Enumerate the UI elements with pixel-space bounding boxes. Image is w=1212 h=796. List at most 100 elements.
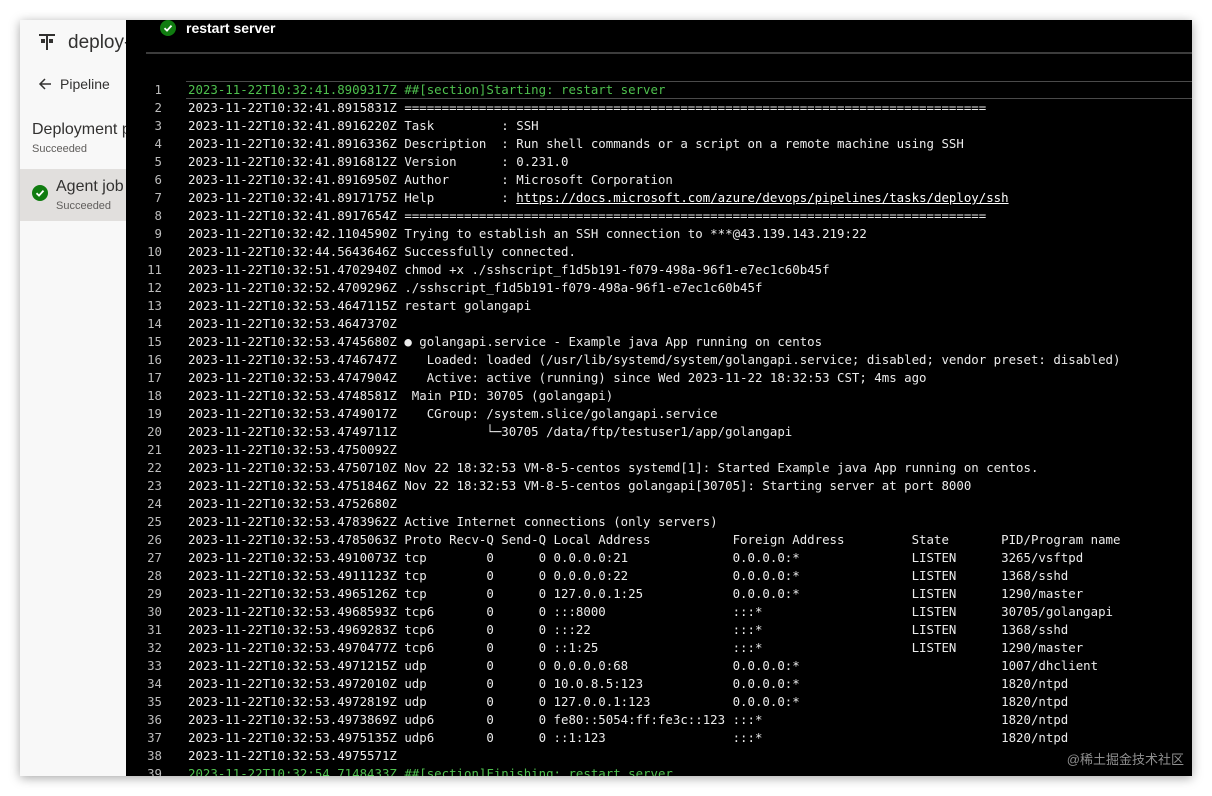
log-text: 2023-11-22T10:32:53.4975135Z udp6 0 0 ::… (188, 730, 1069, 745)
line-number: 9 (154, 226, 162, 241)
log-text: 2023-11-22T10:32:53.4969283Z tcp6 0 0 ::… (188, 622, 1069, 637)
app-window: deploy- Pipeline Deployment p Succeeded … (20, 20, 1192, 776)
job-title: Agent job (56, 178, 124, 195)
job-status: Succeeded (56, 200, 112, 212)
line-number: 28 (147, 568, 162, 583)
log-text: 2023-11-22T10:32:53.4745680Z ● golangapi… (188, 334, 823, 349)
log-text: 2023-11-22T10:32:52.4709296Z ./sshscript… (188, 280, 763, 295)
line-number: 22 (147, 460, 162, 475)
pipeline-title: deploy- (68, 32, 131, 53)
log-line: 17 2023-11-22T10:32:53.4747904Z Active: a… (126, 369, 1120, 387)
log-line: 29 2023-11-22T10:32:53.4965126Z tcp 0 0 1… (126, 585, 1120, 603)
log-line: 16 2023-11-22T10:32:53.4746747Z Loaded: l… (126, 351, 1120, 369)
log-text: 2023-11-22T10:32:53.4785063Z Proto Recv-… (188, 532, 1121, 547)
log-text: 2023-11-22T10:32:41.8917175Z Help : http… (188, 190, 1009, 205)
log-line: 18 2023-11-22T10:32:53.4748581Z Main PID:… (126, 387, 1120, 405)
log-text: 2023-11-22T10:32:53.4750092Z (188, 442, 397, 457)
log-line: 37 2023-11-22T10:32:53.4975135Z udp6 0 0 … (126, 729, 1120, 747)
job-item-agent-job[interactable]: Agent job Succeeded (20, 169, 130, 221)
line-number: 34 (147, 676, 162, 691)
stage-title[interactable]: Deployment p (32, 121, 131, 139)
log-text: 2023-11-22T10:32:53.4968593Z tcp6 0 0 ::… (188, 604, 1114, 619)
arrow-left-icon (38, 78, 51, 90)
line-number: 13 (147, 298, 162, 313)
line-number: 18 (147, 388, 162, 403)
log-line: 15 2023-11-22T10:32:53.4745680Z ● golanga… (126, 333, 1120, 351)
log-line: 9 2023-11-22T10:32:42.1104590Z Trying to … (126, 225, 1120, 243)
log-text: 2023-11-22T10:32:41.8915831Z ===========… (188, 100, 987, 115)
line-number: 15 (147, 334, 162, 349)
log-line: 38 2023-11-22T10:32:53.4975571Z (126, 747, 1120, 765)
log-line: 7 2023-11-22T10:32:41.8917175Z Help : htt… (126, 189, 1120, 207)
log-line: 11 2023-11-22T10:32:51.4702940Z chmod +x … (126, 261, 1120, 279)
log-line: 6 2023-11-22T10:32:41.8916950Z Author : M… (126, 171, 1120, 189)
pipeline-icon (39, 34, 55, 50)
back-to-pipeline-link[interactable]: Pipeline (38, 76, 110, 92)
line-number: 38 (147, 748, 162, 763)
log-line: 30 2023-11-22T10:32:53.4968593Z tcp6 0 0 … (126, 603, 1120, 621)
log-line: 27 2023-11-22T10:32:53.4910073Z tcp 0 0 0… (126, 549, 1120, 567)
log-text: 2023-11-22T10:32:53.4752680Z (188, 496, 397, 511)
log-line: 20 2023-11-22T10:32:53.4749711Z └─30705 /… (126, 423, 1120, 441)
line-number: 37 (147, 730, 162, 745)
log-text: 2023-11-22T10:32:53.4975571Z (188, 748, 397, 763)
log-text: 2023-11-22T10:32:53.4911123Z tcp 0 0 0.0… (188, 568, 1069, 583)
line-number: 4 (154, 136, 162, 151)
line-number: 5 (154, 154, 162, 169)
log-line: 25 2023-11-22T10:32:53.4783962Z Active In… (126, 513, 1120, 531)
line-number: 24 (147, 496, 162, 511)
log-line: 36 2023-11-22T10:32:53.4973869Z udp6 0 0 … (126, 711, 1120, 729)
log-text: 2023-11-22T10:32:53.4973869Z udp6 0 0 fe… (188, 712, 1069, 727)
line-number: 19 (147, 406, 162, 421)
stage-status: Succeeded (32, 143, 88, 155)
success-check-icon (32, 185, 48, 201)
log-text: 2023-11-22T10:32:41.8916950Z Author : Mi… (188, 172, 673, 187)
line-number: 16 (147, 352, 162, 367)
log-text: 2023-11-22T10:32:51.4702940Z chmod +x ./… (188, 262, 830, 277)
log-text: 2023-11-22T10:32:53.4751846Z Nov 22 18:3… (188, 478, 972, 493)
log-line: 1 2023-11-22T10:32:41.8909317Z ##[section… (126, 81, 1120, 99)
log-line: 32 2023-11-22T10:32:53.4970477Z tcp6 0 0 … (126, 639, 1120, 657)
left-navigation: deploy- Pipeline Deployment p Succeeded … (20, 20, 131, 776)
log-line: 12 2023-11-22T10:32:52.4709296Z ./sshscri… (126, 279, 1120, 297)
line-number: 8 (154, 208, 162, 223)
log-text: 2023-11-22T10:32:53.4965126Z tcp 0 0 127… (188, 586, 1084, 601)
log-text: 2023-11-22T10:32:53.4910073Z tcp 0 0 0.0… (188, 550, 1084, 565)
log-text: 2023-11-22T10:32:53.4749017Z CGroup: /sy… (188, 406, 718, 421)
line-number: 36 (147, 712, 162, 727)
log-line: 3 2023-11-22T10:32:41.8916220Z Task : SSH (126, 117, 1120, 135)
log-text: 2023-11-22T10:32:53.4647115Z restart gol… (188, 298, 532, 313)
log-line: 24 2023-11-22T10:32:53.4752680Z (126, 495, 1120, 513)
log-text: 2023-11-22T10:32:53.4972010Z udp 0 0 10.… (188, 676, 1069, 691)
watermark: @稀土掘金技术社区 (1066, 752, 1184, 767)
line-number: 25 (147, 514, 162, 529)
back-label: Pipeline (60, 76, 110, 92)
line-number: 39 (147, 766, 162, 776)
log-line: 31 2023-11-22T10:32:53.4969283Z tcp6 0 0 … (126, 621, 1120, 639)
pipeline-header: deploy- (38, 32, 130, 54)
line-number: 7 (154, 190, 162, 205)
line-number: 21 (147, 442, 162, 457)
log-text: 2023-11-22T10:32:41.8909317Z ##[section]… (188, 82, 666, 97)
log-text: 2023-11-22T10:32:53.4749711Z └─30705 /da… (188, 424, 793, 439)
step-header: restart server (160, 20, 276, 36)
success-check-icon (160, 20, 176, 36)
log-text: 2023-11-22T10:32:41.8916812Z Version : 0… (188, 154, 569, 169)
line-number: 26 (147, 532, 162, 547)
log-line: 23 2023-11-22T10:32:53.4751846Z Nov 22 18… (126, 477, 1120, 495)
line-number: 23 (147, 478, 162, 493)
log-line: 13 2023-11-22T10:32:53.4647115Z restart g… (126, 297, 1120, 315)
help-link[interactable]: https://docs.microsoft.com/azure/devops/… (516, 190, 1008, 205)
line-number: 33 (147, 658, 162, 673)
line-number: 10 (147, 244, 162, 259)
log-output[interactable]: 1 2023-11-22T10:32:41.8909317Z ##[section… (126, 81, 1120, 776)
line-number: 17 (147, 370, 162, 385)
log-line: 26 2023-11-22T10:32:53.4785063Z Proto Rec… (126, 531, 1120, 549)
log-text: 2023-11-22T10:32:53.4746747Z Loaded: loa… (188, 352, 1121, 367)
log-line: 4 2023-11-22T10:32:41.8916336Z Descriptio… (126, 135, 1120, 153)
line-number: 31 (147, 622, 162, 637)
log-text: 2023-11-22T10:32:53.4747904Z Active: act… (188, 370, 927, 385)
log-text: 2023-11-22T10:32:53.4783962Z Active Inte… (188, 514, 718, 529)
log-text: 2023-11-22T10:32:41.8917654Z ===========… (188, 208, 987, 223)
line-number: 3 (154, 118, 162, 133)
